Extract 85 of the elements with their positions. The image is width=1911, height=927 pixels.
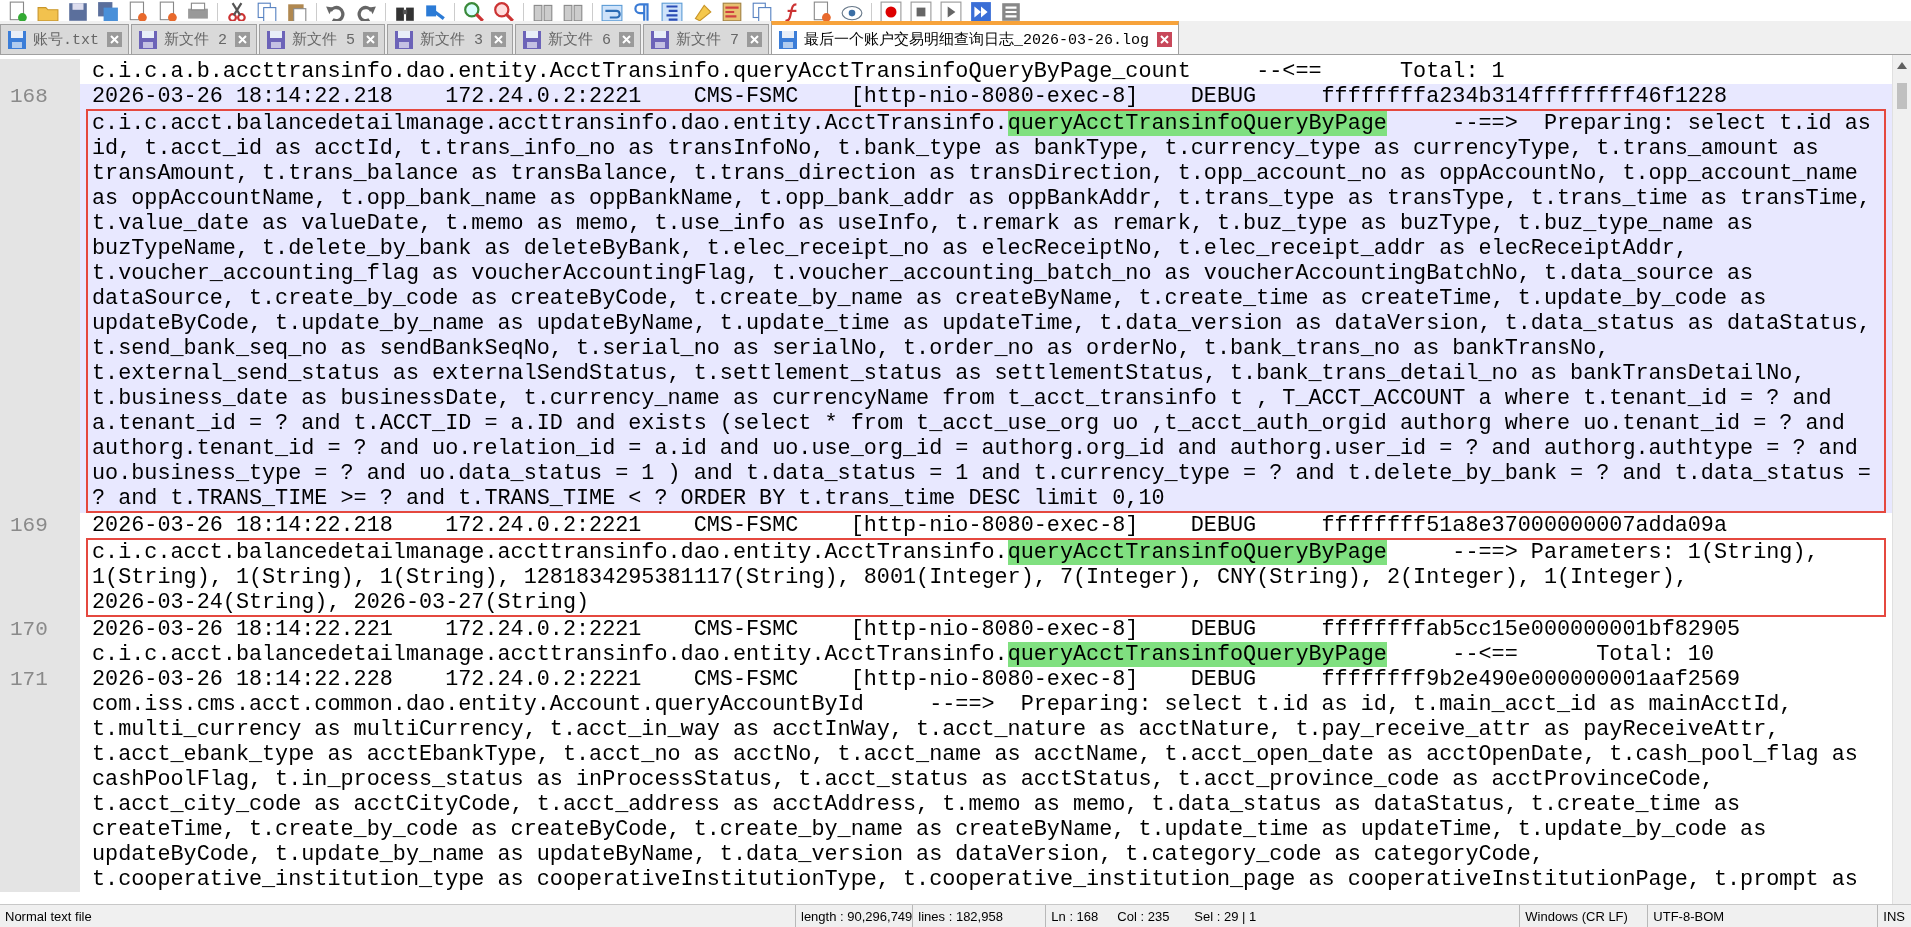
macro-list-icon[interactable] bbox=[1000, 1, 1022, 21]
log-text: dataSource, t.create_by_code as createByCode, t.create_by_name as createByName, t.create_time as createTime, t.update_by_code as bbox=[92, 286, 1767, 311]
close-files-icon[interactable] bbox=[157, 1, 179, 21]
file-tab[interactable]: 账号.txt bbox=[0, 24, 129, 54]
file-tab[interactable]: 新文件 6 bbox=[515, 24, 642, 54]
status-text: Sel : 29 | 1 bbox=[1194, 908, 1257, 924]
close-icon[interactable] bbox=[619, 32, 635, 47]
log-text: 1(String), 1(String), 1(String), 1281834295381117(String), 8001(Integer), 7(Integer), CNY(String), 2(Integer), 1(Integer), bbox=[92, 565, 1688, 590]
map-icon[interactable] bbox=[721, 1, 743, 21]
log-text: authorg.tenant_id = ? and uo.relation_id = a.id and uo.use_org_id = authorg.org_id and authorg.user_id = ? and authorg.authtype = ? and bbox=[92, 436, 1858, 461]
file-tab[interactable]: 新文件 7 bbox=[643, 24, 770, 54]
new-file-icon[interactable] bbox=[7, 1, 29, 21]
line-number: 169 bbox=[10, 514, 48, 537]
log-text: updateByCode, t.update_by_name as updateByName, t.update_time as updateTime, t.data_version as dataVersion, t.data_status as dataStatus, bbox=[92, 311, 1871, 336]
file-tab[interactable]: 新文件 5 bbox=[259, 24, 386, 54]
log-text: t.acct_city_code as acctCityCode, t.acct_address as acctAddress, t.memo as memo, t.data_status as dataStatus, t.create_time as bbox=[92, 792, 1741, 817]
zoom-in-icon[interactable] bbox=[463, 1, 485, 21]
log-text: a.tenant_id = ? and t.ACCT_ID = a.ID and exists (select * from t_acct_use_org uo ,t_acct_auth_orgid authorg where uo.tenant_id = ? and bbox=[92, 411, 1845, 436]
log-text: --==> Preparing: select t.id as bbox=[1451, 111, 1871, 136]
log-text: t.multi_currency as multiCurrency, t.acct_in_way as acctInWay, t.acct_nature as acctNature, t.pay_receive_attr as payReceiveAttr, bbox=[92, 717, 1780, 742]
log-text: t.business_date as businessDate, t.currency_name as currencyName from t_acct_transinfo t , T_ACCT_ACCOUNT a where t.tenant_id = ? and bbox=[92, 386, 1832, 411]
status-text: Windows (CR LF) bbox=[1525, 908, 1628, 924]
log-text: c.i.c.acct.balancedetailmanage.accttransinfo.dao.entity.AcctTransinfo. bbox=[92, 111, 1008, 136]
printer-icon[interactable] bbox=[187, 1, 209, 21]
log-text: 2026-03-24(String), 2026-03-27(String) bbox=[92, 590, 590, 615]
log-text: t.send_bank_seq_no as sendBankSeqNo, t.serial_no as serialNo, t.order_no as orderNo, t.bank_trans_no as bankTransNo, bbox=[92, 336, 1610, 361]
stop-icon[interactable] bbox=[910, 1, 932, 21]
scrollbar[interactable] bbox=[1892, 55, 1911, 904]
file-tab[interactable]: 新文件 3 bbox=[387, 24, 514, 54]
zoom-out-icon[interactable] bbox=[493, 1, 515, 21]
status-text: lines : 182,958 bbox=[918, 908, 1003, 924]
log-text: as oppAccountName, t.opp_bank_name as oppBankName, t.opp_bank_addr as oppBankAddr, t.trans_type as transType, t.trans_time as transTime, bbox=[92, 186, 1871, 211]
paste-icon[interactable] bbox=[286, 1, 308, 21]
log-text: t.value_date as valueDate, t.memo as memo, t.use_info as useInfo, t.remark as remark, t.buz_type as buzType, t.buz_type_name as bbox=[92, 211, 1754, 236]
log-text: --<== Total: 10 bbox=[1451, 642, 1714, 667]
log-text: c.i.c.acct.balancedetailmanage.accttransinfo.dao.entity.AcctTransinfo. bbox=[92, 642, 1008, 667]
floppies-icon[interactable] bbox=[97, 1, 119, 21]
log-text: 2026-03-26 18:14:22.218 172.24.0.2:2221 CMS-FSMC [http-nio-8080-exec-8] DEBUG ffffffffa234b314ffffffff46f1228 bbox=[92, 84, 1728, 109]
log-text: c.i.c.a.b.accttransinfo.dao.entity.AcctTransinfo.queryAcctTransinfoQueryByPage_count --<== Total: 1 bbox=[92, 59, 1505, 84]
log-text: t.cooperative_institution_type as cooperativeInstitutionType, t.cooperative_institution_page as cooperativeInstitutionPage, t.prompt as bbox=[92, 867, 1858, 892]
log-text: ? and t.TRANS_TIME >= ? and t.TRANS_TIME < ? ORDER BY t.trans_time DESC limit 0,10 bbox=[92, 486, 1165, 511]
status-text: Col : 235 bbox=[1117, 908, 1170, 924]
log-text: com.iss.cms.acct.common.dao.entity.Account.queryAccountById --==> Preparing: select t.id as id, t.main_acct_id as mainAcctId, bbox=[92, 692, 1793, 717]
scrollbar-thumb[interactable] bbox=[1897, 83, 1907, 109]
search-highlight: queryAcctTransinfoQueryByPage bbox=[1007, 111, 1387, 136]
indent-guide-icon[interactable] bbox=[661, 1, 683, 21]
log-text: transAmount, t.trans_balance as transBalance, t.trans_direction as transDirection, t.opp_account_no as oppAccountNo, t.opp_account_name bbox=[92, 161, 1858, 186]
close-icon[interactable] bbox=[491, 32, 507, 47]
close-icon[interactable] bbox=[363, 32, 379, 47]
log-text: --==> Parameters: 1(String), bbox=[1451, 540, 1819, 565]
status-text: Ln : 168 bbox=[1051, 908, 1099, 924]
log-text: uo.business_type = ? and uo.data_status = 1 ) and t.data_status = 1 and t.currency_type = ? and t.delete_by_bank = ? and t.data_status = bbox=[92, 461, 1871, 486]
log-text: updateByCode, t.update_by_name as updateByName, t.data_version as dataVersion, t.category_code as categoryCode, bbox=[92, 842, 1544, 867]
log-text: 2026-03-26 18:14:22.218 172.24.0.2:2221 CMS-FSMC [http-nio-8080-exec-8] DEBUG ffffffff51a8e37000000007adda09a bbox=[92, 513, 1728, 538]
log-text: id, t.acct_id as acctId, t.trans_info_no as transInfoNo, t.bank_type as bankType, t.currency_type as currencyType, t.trans_amount as bbox=[92, 136, 1819, 161]
fast-forward-icon[interactable] bbox=[970, 1, 992, 21]
log-text: buzTypeName, t.delete_by_bank as deleteByBank, t.elec_receipt_no as elecReceiptNo, t.elec_receipt_addr as elecReceiptAddr, bbox=[92, 236, 1688, 261]
floppy-icon[interactable] bbox=[67, 1, 89, 21]
line-number: 170 bbox=[10, 618, 48, 641]
close-icon[interactable] bbox=[747, 32, 763, 47]
play-icon[interactable] bbox=[940, 1, 962, 21]
line-number: 168 bbox=[10, 85, 48, 108]
log-text: t.voucher_accounting_flag as voucherAccountingFlag, t.voucher_accounting_batch_no as voucherAccountingBatchNo, t.data_source as bbox=[92, 261, 1754, 286]
close-icon[interactable] bbox=[107, 32, 122, 47]
log-text: cashPoolFlag, t.in_process_status as inProcessStatus, t.acct_status as acctStatus, t.acct_province_code as acctProvinceCode, bbox=[92, 767, 1714, 792]
status-text: Normal text file bbox=[5, 908, 92, 924]
close-file-icon[interactable] bbox=[127, 1, 149, 21]
log-text: 2026-03-26 18:14:22.221 172.24.0.2:2221 CMS-FSMC [http-nio-8080-exec-8] DEBUG ffffffffab5cc15e000000001bf82905 bbox=[92, 617, 1741, 642]
line-number: 171 bbox=[10, 668, 48, 691]
close-icon[interactable] bbox=[235, 32, 251, 47]
status-text: length : 90,296,749 bbox=[801, 908, 913, 924]
search-highlight: queryAcctTransinfoQueryByPage bbox=[1007, 540, 1387, 565]
status-text: INS bbox=[1883, 908, 1905, 924]
log-text: t.external_send_status as externalSendStatus, t.settlement_status as settlementStatus, t.bank_trans_detail_no as bankTransDetailNo, bbox=[92, 361, 1806, 386]
file-tab[interactable]: 新文件 2 bbox=[131, 24, 258, 54]
scissors-icon[interactable] bbox=[226, 1, 248, 21]
search-highlight: queryAcctTransinfoQueryByPage bbox=[1007, 642, 1387, 667]
status-text: UTF-8-BOM bbox=[1653, 908, 1725, 924]
log-text: c.i.c.acct.balancedetailmanage.accttransinfo.dao.entity.AcctTransinfo. bbox=[92, 540, 1008, 565]
log-text: createTime, t.create_by_code as createByCode, t.create_by_name as createByName, t.update_time as updateTime, t.update_by_code as bbox=[92, 817, 1767, 842]
close-icon[interactable] bbox=[1157, 32, 1173, 47]
scroll-up-icon[interactable] bbox=[1897, 61, 1907, 69]
record-icon[interactable] bbox=[880, 1, 902, 21]
log-text: t.acct_ebank_type as acctEbankType, t.acct_no as acctNo, t.acct_name as acctName, t.acct_open_date as acctOpenDate, t.cash_pool_flag as bbox=[92, 742, 1858, 767]
log-text: 2026-03-26 18:14:22.228 172.24.0.2:2221 CMS-FSMC [http-nio-8080-exec-8] DEBUG ffffffff9b2e490e000000001aaf2569 bbox=[92, 667, 1741, 692]
